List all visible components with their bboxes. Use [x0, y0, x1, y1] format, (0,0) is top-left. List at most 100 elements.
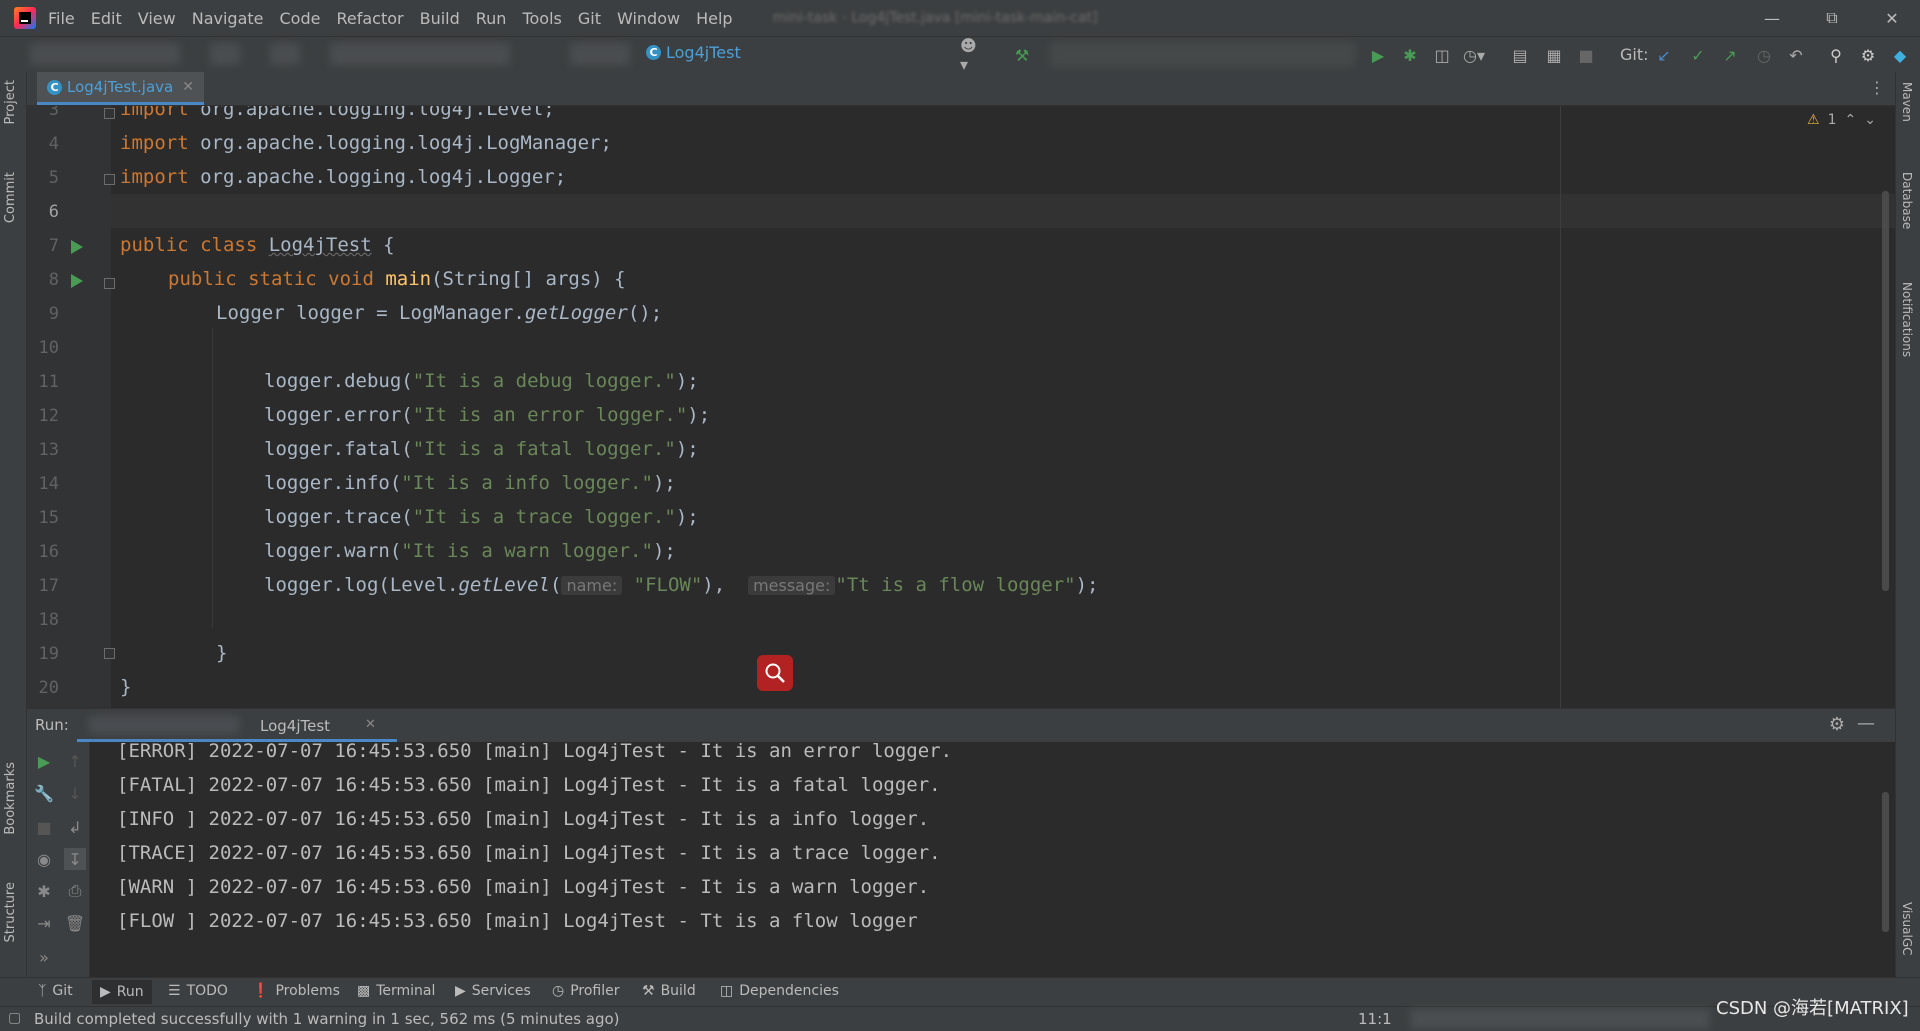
run-class-gutter-icon[interactable] [71, 240, 83, 254]
search-everywhere-icon[interactable]: ⚲ [1824, 43, 1848, 67]
status-message[interactable]: Build completed successfully with 1 warn… [34, 1010, 620, 1028]
more-icon[interactable]: » [33, 946, 55, 968]
tab-services[interactable]: ▶ Services [455, 983, 531, 999]
fold-marker-icon[interactable] [104, 278, 115, 289]
code-editor[interactable]: 3 4 5 6 7 8 9 10 11 12 13 14 15 16 17 18… [27, 106, 1895, 708]
tab-build[interactable]: ⚒ Build [642, 983, 696, 999]
commit-tool-tab[interactable]: Commit [3, 172, 18, 223]
blurred-status-widgets[interactable] [1410, 1009, 1710, 1029]
string-literal: "It is a fatal logger." [412, 438, 676, 460]
scroll-to-end-icon[interactable]: ↧ [64, 848, 86, 870]
menu-build[interactable]: Build [420, 9, 460, 28]
tab-run[interactable]: ▶ Run [92, 980, 152, 1004]
floating-search-button[interactable] [757, 655, 793, 691]
run-main-gutter-icon[interactable] [71, 274, 83, 288]
blurred-toolbar-item[interactable] [570, 43, 630, 65]
up-stack-icon[interactable]: ↑ [64, 750, 86, 772]
tab-todo[interactable]: ☰ TODO [168, 983, 228, 999]
restore-window-icon[interactable]: ⧉ [1804, 0, 1860, 36]
close-run-tab-icon[interactable]: ✕ [365, 717, 376, 732]
maven-tool-tab[interactable]: Maven [1900, 82, 1914, 122]
menu-view[interactable]: View [138, 9, 176, 28]
menu-window[interactable]: Window [617, 9, 680, 28]
soft-wrap-icon[interactable]: ↲ [64, 816, 86, 838]
print-icon[interactable]: ⎙ [64, 880, 86, 902]
tab-git[interactable]: ᛉ Git [38, 983, 73, 999]
stop-run-icon[interactable]: ■ [33, 816, 55, 838]
exit-icon[interactable]: ⇥ [33, 912, 55, 934]
rerun-icon[interactable]: ▶ [33, 750, 55, 772]
menu-help[interactable]: Help [696, 9, 732, 28]
menu-edit[interactable]: Edit [91, 9, 122, 28]
line-number: 8 [48, 270, 59, 290]
blurred-toolbar-item[interactable] [210, 43, 240, 65]
menu-refactor[interactable]: Refactor [336, 9, 403, 28]
git-push-icon[interactable]: ↗ [1718, 43, 1742, 67]
editor-tab-log4jtest[interactable]: C Log4jTest.java ✕ [37, 72, 204, 105]
database-tool-tab[interactable]: Database [1900, 172, 1914, 229]
menu-code[interactable]: Code [280, 9, 321, 28]
project-tool-tab[interactable]: Project [3, 80, 18, 124]
menu-file[interactable]: File [48, 9, 75, 28]
blurred-run-tab[interactable] [89, 716, 239, 734]
run-tab-label[interactable]: Log4jTest [260, 717, 330, 735]
menu-git[interactable]: Git [578, 9, 601, 28]
menu-navigate[interactable]: Navigate [192, 9, 264, 28]
git-branch-icon: ᛉ [38, 983, 47, 999]
hide-panel-icon[interactable]: — [1857, 713, 1875, 734]
structure-tool-tab[interactable]: Structure [3, 882, 18, 942]
stop-icon[interactable]: ■ [1574, 43, 1598, 67]
git-update-icon[interactable]: ↙ [1652, 43, 1676, 67]
inspection-widget[interactable]: ⚠ 1 ⌃ ⌄ [1807, 112, 1876, 128]
plugin-icon[interactable]: ◆ [1888, 43, 1912, 67]
notifications-tool-tab[interactable]: Notifications [1900, 282, 1914, 357]
blurred-toolbar-item[interactable] [270, 43, 300, 65]
run-console[interactable]: [ERROR] 2022-07-07 16:45:53.650 [main] L… [90, 742, 1895, 977]
run-configuration-selector[interactable] [1050, 42, 1355, 67]
modify-config-wrench-icon[interactable]: 🔧 [33, 782, 55, 804]
status-panel-toggle-icon[interactable]: ▢ [8, 1010, 21, 1026]
menu-tools[interactable]: Tools [522, 9, 561, 28]
git-history-icon[interactable]: ◷ [1752, 43, 1776, 67]
bookmarks-tool-tab[interactable]: Bookmarks [3, 762, 18, 835]
prev-highlight-icon[interactable]: ⌃ [1844, 112, 1856, 128]
tab-profiler[interactable]: ◷ Profiler [552, 983, 620, 999]
down-stack-icon[interactable]: ↓ [64, 782, 86, 804]
close-window-icon[interactable]: ✕ [1864, 0, 1920, 36]
fold-marker-icon[interactable] [104, 108, 115, 119]
tab-dependencies[interactable]: ◫ Dependencies [720, 983, 839, 999]
next-highlight-icon[interactable]: ⌄ [1864, 112, 1876, 128]
menu-run[interactable]: Run [476, 9, 507, 28]
run-tab-log4jtest[interactable] [77, 709, 397, 742]
dump-threads-camera-icon[interactable]: ◉ [33, 848, 55, 870]
coverage-icon[interactable]: ◫ [1430, 43, 1454, 67]
blurred-project-selector[interactable] [30, 43, 180, 65]
profile-icon[interactable]: ◷▾ [1462, 43, 1486, 67]
attach-icon[interactable]: ▤ [1508, 43, 1532, 67]
reload-icon[interactable]: ▦ [1542, 43, 1566, 67]
breadcrumb-file[interactable]: C Log4jTest [646, 43, 741, 62]
close-tab-icon[interactable]: ✕ [182, 79, 194, 95]
settings-gear-icon[interactable]: ⚙ [1856, 43, 1880, 67]
visualgc-tool-tab[interactable]: VisualGC [1900, 902, 1914, 956]
account-icon[interactable]: ☻▾ [960, 36, 984, 74]
editor-scrollbar[interactable] [1882, 191, 1889, 591]
blurred-path-breadcrumb[interactable] [330, 43, 510, 65]
git-commit-icon[interactable]: ✓ [1686, 43, 1710, 67]
rollback-icon[interactable]: ↶ [1784, 43, 1808, 67]
tab-problems[interactable]: ❗ Problems [252, 983, 340, 999]
tabs-more-icon[interactable]: ⋮ [1869, 78, 1885, 97]
fold-marker-icon[interactable] [104, 174, 115, 185]
line-number: 13 [38, 440, 59, 460]
minimize-window-icon[interactable]: — [1744, 0, 1800, 36]
run-icon[interactable]: ▶ [1366, 43, 1390, 67]
clear-trash-icon[interactable]: 🗑 [64, 912, 86, 934]
tab-terminal[interactable]: ▩ Terminal [357, 983, 435, 999]
run-settings-gear-icon[interactable]: ⚙ [1829, 714, 1845, 735]
debug-icon[interactable]: ✱ [1398, 43, 1422, 67]
debug-attach-icon[interactable]: ✱ [33, 880, 55, 902]
console-scrollbar[interactable] [1882, 792, 1889, 932]
caret-position[interactable]: 11:1 [1358, 1010, 1392, 1028]
fold-marker-icon[interactable] [104, 648, 115, 659]
build-hammer-icon[interactable]: ⚒ [1010, 43, 1034, 67]
